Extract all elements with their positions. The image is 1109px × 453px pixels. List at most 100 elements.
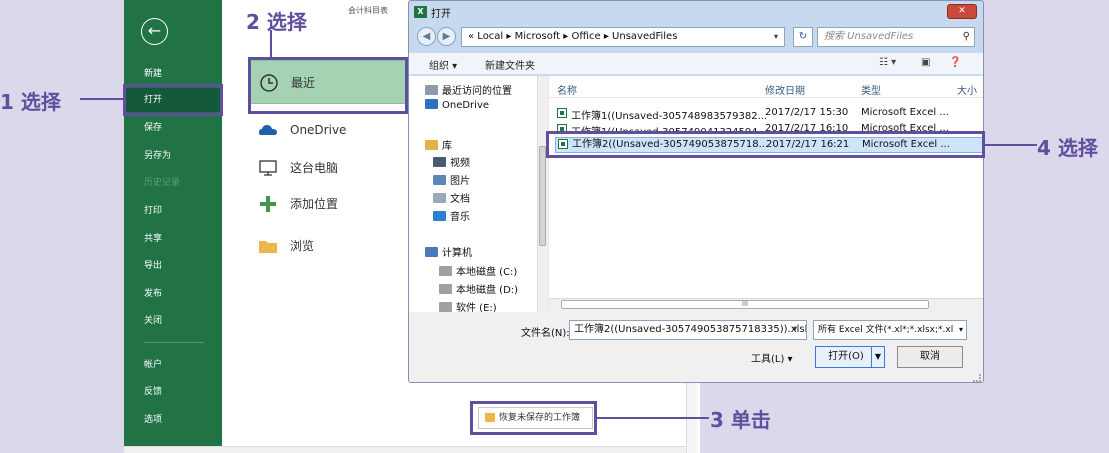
filename-label: 文件名(N): bbox=[521, 328, 570, 339]
document-icon bbox=[433, 193, 446, 203]
drive-icon bbox=[439, 266, 452, 276]
close-button[interactable]: ✕ bbox=[947, 4, 977, 19]
refresh-icon[interactable]: ↻ bbox=[793, 27, 813, 47]
tools-button[interactable]: 工具(L) ▾ bbox=[751, 350, 793, 365]
address-bar[interactable]: « Local ▸ Microsoft ▸ Office ▸ UnsavedFi… bbox=[461, 27, 785, 47]
nav-tree-item[interactable]: 文档 bbox=[433, 190, 470, 205]
place-label: 添加位置 bbox=[290, 197, 339, 211]
dialog-footer: 文件名(N): 工作簿2((Unsaved-305749053875718335… bbox=[409, 312, 983, 382]
nav-options[interactable]: 选项 bbox=[124, 408, 222, 432]
callout-4-label: 4 选择 bbox=[1037, 136, 1098, 160]
video-icon bbox=[433, 157, 446, 167]
nav-tree-item[interactable]: 本地磁盘 (D:) bbox=[439, 281, 518, 296]
callout-1-label: 1 选择 bbox=[0, 90, 61, 114]
nav-export[interactable]: 导出 bbox=[124, 254, 222, 278]
filetype-value: 所有 Excel 文件(*.xl*;*.xlsx;*.xl bbox=[818, 325, 954, 335]
excel-file-icon bbox=[557, 108, 567, 118]
nav-close[interactable]: 关闭 bbox=[124, 309, 222, 333]
open-file-dialog: X 打开 ✕ ◀ ▶ « Local ▸ Microsoft ▸ Office … bbox=[408, 0, 984, 383]
nav-new[interactable]: 新建 bbox=[124, 62, 222, 86]
nav-tree-item[interactable]: 最近访问的位置 bbox=[425, 82, 512, 97]
computer-icon bbox=[425, 247, 438, 257]
place-label: 浏览 bbox=[290, 239, 315, 253]
file-list-scroll-thumb[interactable]: III bbox=[561, 300, 929, 309]
chevron-down-icon: ▾ bbox=[958, 325, 963, 334]
column-name[interactable]: 名称 bbox=[557, 82, 577, 97]
place-add-location[interactable]: 添加位置 bbox=[250, 182, 422, 226]
column-date[interactable]: 修改日期 bbox=[765, 82, 805, 97]
callout-4-line bbox=[985, 144, 1037, 146]
backstage-nav: ← 新建 打开 保存 另存为 历史记录 打印 共享 导出 发布 关闭 帐户 反馈… bbox=[124, 0, 222, 453]
column-type[interactable]: 类型 bbox=[861, 82, 881, 97]
nav-tree-item[interactable]: OneDrive bbox=[425, 99, 489, 111]
search-icon: ⚲ bbox=[962, 31, 970, 42]
forward-icon[interactable]: ▶ bbox=[437, 27, 456, 46]
callout-1-box bbox=[123, 84, 223, 116]
chevron-down-icon[interactable]: ▾ bbox=[793, 324, 797, 333]
nav-tree-item[interactable]: 图片 bbox=[433, 172, 470, 187]
column-size[interactable]: 大小 bbox=[957, 82, 977, 97]
nav-account[interactable]: 帐户 bbox=[124, 353, 222, 377]
scroll-grip: III bbox=[741, 300, 749, 308]
organize-button[interactable]: 组织 ▾ bbox=[429, 57, 457, 72]
callout-3-line bbox=[597, 417, 709, 419]
drive-icon bbox=[439, 284, 452, 294]
address-row: ◀ ▶ « Local ▸ Microsoft ▸ Office ▸ Unsav… bbox=[409, 23, 983, 51]
help-icon[interactable]: ❓ bbox=[949, 57, 961, 68]
backstage-hscrollbar[interactable] bbox=[124, 446, 686, 453]
cancel-button[interactable]: 取消 bbox=[897, 346, 963, 368]
open-dropdown-icon[interactable]: ▼ bbox=[871, 346, 885, 368]
recent-places-icon bbox=[425, 85, 438, 95]
nav-tree-item[interactable]: 本地磁盘 (C:) bbox=[439, 263, 517, 278]
nav-publish[interactable]: 发布 bbox=[124, 282, 222, 306]
music-icon bbox=[433, 211, 446, 221]
callout-2-box bbox=[248, 57, 408, 114]
view-options-icon[interactable]: ☷ ▾ bbox=[879, 57, 896, 68]
nav-tree-item[interactable]: 视频 bbox=[433, 154, 470, 169]
drive-icon bbox=[439, 302, 452, 312]
nav-pane-scroll-thumb[interactable] bbox=[539, 146, 546, 246]
column-headers: 名称 修改日期 类型 大小 bbox=[549, 76, 983, 98]
callout-3-box bbox=[470, 401, 597, 435]
filetype-select[interactable]: 所有 Excel 文件(*.xl*;*.xlsx;*.xl ▾ bbox=[813, 320, 967, 340]
nav-tree-item[interactable]: 库 bbox=[425, 137, 452, 152]
back-arrow-icon[interactable]: ← bbox=[141, 18, 168, 45]
dialog-title: 打开 bbox=[431, 9, 451, 20]
nav-tree-item[interactable]: 计算机 bbox=[425, 244, 472, 259]
computer-icon bbox=[259, 160, 277, 176]
address-dropdown-icon[interactable]: ▾ bbox=[765, 27, 787, 47]
new-folder-button[interactable]: 新建文件夹 bbox=[485, 57, 535, 72]
plus-icon bbox=[260, 196, 276, 212]
filename-input[interactable]: 工作簿2((Unsaved-305749053875718335)).xlsb bbox=[569, 320, 807, 340]
back-icon[interactable]: ◀ bbox=[417, 27, 436, 46]
file-type: Microsoft Excel ... bbox=[861, 107, 949, 118]
nav-separator bbox=[144, 342, 204, 343]
callout-3-label: 3 单击 bbox=[710, 408, 771, 432]
callout-1-line bbox=[80, 98, 123, 100]
preview-pane-icon[interactable]: ▣ bbox=[921, 57, 930, 68]
callout-2-label: 2 选择 bbox=[246, 10, 307, 34]
search-placeholder: 搜索 UnsavedFiles bbox=[824, 31, 914, 42]
nav-tree-item[interactable]: 音乐 bbox=[433, 208, 470, 223]
navigation-pane: 最近访问的位置 OneDrive 库 视频 图片 文档 音乐 计算机 本地磁盘 … bbox=[409, 76, 549, 312]
library-icon bbox=[425, 140, 438, 150]
nav-share[interactable]: 共享 bbox=[124, 227, 222, 251]
nav-tree-item[interactable]: 软件 (E:) bbox=[439, 299, 497, 312]
callout-4-box bbox=[546, 131, 985, 158]
nav-print[interactable]: 打印 bbox=[124, 199, 222, 223]
file-list: 名称 修改日期 类型 大小 工作簿1((Unsaved-305748983579… bbox=[549, 76, 983, 298]
file-name: 工作簿1((Unsaved-305748983579382... bbox=[571, 111, 768, 122]
file-date: 2017/2/17 15:30 bbox=[765, 107, 849, 118]
search-input[interactable]: 搜索 UnsavedFiles ⚲ bbox=[817, 27, 975, 47]
file-row[interactable]: 工作簿1((Unsaved-305748983579382... 2017/2/… bbox=[555, 107, 983, 122]
nav-save[interactable]: 保存 bbox=[124, 116, 222, 140]
place-browse[interactable]: 浏览 bbox=[250, 224, 422, 268]
document-title: 会计科目表 bbox=[348, 6, 388, 15]
resize-grip[interactable] bbox=[973, 374, 981, 382]
nav-feedback[interactable]: 反馈 bbox=[124, 380, 222, 404]
nav-save-as[interactable]: 另存为 bbox=[124, 144, 222, 168]
dialog-toolbar: 组织 ▾ 新建文件夹 ☷ ▾ ▣ ❓ bbox=[409, 53, 983, 75]
cloud-icon bbox=[259, 125, 277, 135]
picture-icon bbox=[433, 175, 446, 185]
open-button[interactable]: 打开(O) bbox=[815, 346, 877, 368]
